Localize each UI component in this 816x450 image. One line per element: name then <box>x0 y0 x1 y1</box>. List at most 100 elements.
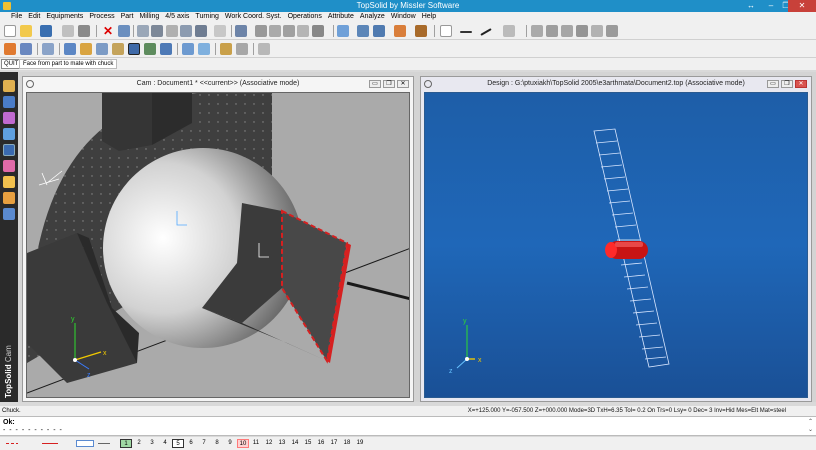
scroll-up-icon[interactable]: ⌃ <box>808 418 813 426</box>
axis-icon[interactable] <box>214 25 226 37</box>
layer-15[interactable]: 15 <box>302 439 314 448</box>
design-maximize-button[interactable]: ❐ <box>781 80 793 88</box>
text-icon[interactable] <box>312 25 324 37</box>
measure-icon[interactable] <box>591 25 603 37</box>
message-area[interactable]: Ok: - - - - - - - - - - ⌃ ⌄ <box>0 416 816 436</box>
shape-icon[interactable] <box>3 96 15 108</box>
simulation-icon[interactable] <box>182 43 194 55</box>
layer-14[interactable]: 14 <box>289 439 301 448</box>
zoom-icon[interactable] <box>337 25 349 37</box>
layer-12[interactable]: 12 <box>263 439 275 448</box>
attribute-icon[interactable] <box>576 25 588 37</box>
sketch-icon[interactable] <box>3 80 15 92</box>
undo-icon[interactable] <box>118 25 130 37</box>
menu-work-coord-syst[interactable]: Work Coord. Syst. <box>222 12 285 22</box>
layer-4[interactable]: 4 <box>159 439 171 448</box>
finishing-icon[interactable] <box>112 43 124 55</box>
design-window[interactable]: Design : G:\ptuxiakh\TopSolid 2005\e3art… <box>420 76 812 402</box>
group-icon[interactable] <box>546 25 558 37</box>
menu-file[interactable]: File <box>8 12 25 22</box>
drill-icon[interactable] <box>166 25 178 37</box>
print-icon[interactable] <box>78 25 90 37</box>
post-processor-icon[interactable] <box>220 43 232 55</box>
layer-5[interactable]: 5 <box>172 439 184 448</box>
delete-icon[interactable]: ✕ <box>102 25 114 37</box>
draft-icon[interactable] <box>3 160 15 172</box>
cam-window[interactable]: Cam : Document1 * <<current>> (Associati… <box>22 76 414 402</box>
library-icon[interactable] <box>3 192 15 204</box>
tools-icon[interactable] <box>3 176 15 188</box>
users-icon[interactable] <box>3 208 15 220</box>
threading-icon[interactable] <box>160 43 172 55</box>
grooving-icon[interactable] <box>144 43 156 55</box>
report-icon[interactable] <box>258 43 270 55</box>
solid-line-style[interactable] <box>42 443 58 444</box>
document-icon[interactable] <box>236 43 248 55</box>
drilling-icon[interactable] <box>64 43 76 55</box>
save-icon[interactable] <box>40 25 52 37</box>
line-style-icon[interactable] <box>480 28 492 36</box>
layer-8[interactable]: 8 <box>211 439 223 448</box>
layer-icon[interactable] <box>531 25 543 37</box>
red-part[interactable] <box>605 239 648 259</box>
magnet-icon[interactable] <box>151 25 163 37</box>
cross-icon[interactable] <box>269 25 281 37</box>
cam-minimize-button[interactable]: ▭ <box>369 80 381 88</box>
line-weight-style[interactable] <box>98 443 110 444</box>
roughing-icon[interactable] <box>96 43 108 55</box>
layer-18[interactable]: 18 <box>341 439 353 448</box>
point-style-icon[interactable] <box>460 31 472 33</box>
layer-3[interactable]: 3 <box>146 439 158 448</box>
cam-close-button[interactable]: ✕ <box>397 80 409 88</box>
menu-part[interactable]: Part <box>118 12 137 22</box>
info-icon[interactable] <box>606 25 618 37</box>
cam-maximize-button[interactable]: ❐ <box>383 80 395 88</box>
hash-icon[interactable] <box>283 25 295 37</box>
layer-13[interactable]: 13 <box>276 439 288 448</box>
layer-1[interactable]: 1 <box>120 439 132 448</box>
pen-icon[interactable] <box>137 25 149 37</box>
cam-viewport[interactable]: y x z <box>26 92 410 398</box>
fit-view-icon[interactable] <box>357 25 369 37</box>
design-minimize-button[interactable]: ▭ <box>767 80 779 88</box>
command-prompt[interactable]: Face from part to mate with chuck <box>19 59 118 69</box>
dashed-line-style[interactable] <box>6 443 18 444</box>
menu-window[interactable]: Window <box>388 12 419 22</box>
menu-turning[interactable]: Turning <box>192 12 221 22</box>
close-button[interactable]: ✕ <box>788 0 816 12</box>
shading-icon[interactable] <box>394 25 406 37</box>
layer-7[interactable]: 7 <box>198 439 210 448</box>
layer-17[interactable]: 17 <box>328 439 340 448</box>
layer-10[interactable]: 10 <box>237 439 249 448</box>
menu-attribute[interactable]: Attribute <box>325 12 357 22</box>
layer-9[interactable]: 9 <box>224 439 236 448</box>
scroll-down-icon[interactable]: ⌄ <box>808 426 813 434</box>
new-file-icon[interactable] <box>4 25 16 37</box>
render-icon[interactable] <box>415 25 427 37</box>
open-folder-icon[interactable] <box>20 25 32 37</box>
design-close-button[interactable]: ✕ <box>795 80 807 88</box>
pointer-icon[interactable] <box>235 25 247 37</box>
design-viewport[interactable]: y x z <box>424 92 808 398</box>
hatch-icon[interactable] <box>503 25 515 37</box>
layer-16[interactable]: 16 <box>315 439 327 448</box>
line-width-box[interactable] <box>76 440 94 447</box>
tool-icon[interactable] <box>180 25 192 37</box>
verify-icon[interactable] <box>198 43 210 55</box>
turning-op-icon[interactable] <box>128 43 140 55</box>
menu-4-5-axis[interactable]: 4/5 axis <box>162 12 192 22</box>
menu-operations[interactable]: Operations <box>285 12 325 22</box>
surface-icon[interactable] <box>3 112 15 124</box>
layer-19[interactable]: 19 <box>354 439 366 448</box>
menu-analyze[interactable]: Analyze <box>357 12 388 22</box>
set-icon[interactable] <box>561 25 573 37</box>
message-scroll[interactable]: ⌃ ⌄ <box>808 418 813 434</box>
menu-equipments[interactable]: Equipments <box>43 12 86 22</box>
menu-edit[interactable]: Edit <box>25 12 43 22</box>
cam-icon[interactable] <box>3 144 15 156</box>
layer-2[interactable]: 2 <box>133 439 145 448</box>
facing-icon[interactable] <box>80 43 92 55</box>
print-preview-icon[interactable] <box>62 25 74 37</box>
curve-icon[interactable] <box>297 25 309 37</box>
layer-6[interactable]: 6 <box>185 439 197 448</box>
